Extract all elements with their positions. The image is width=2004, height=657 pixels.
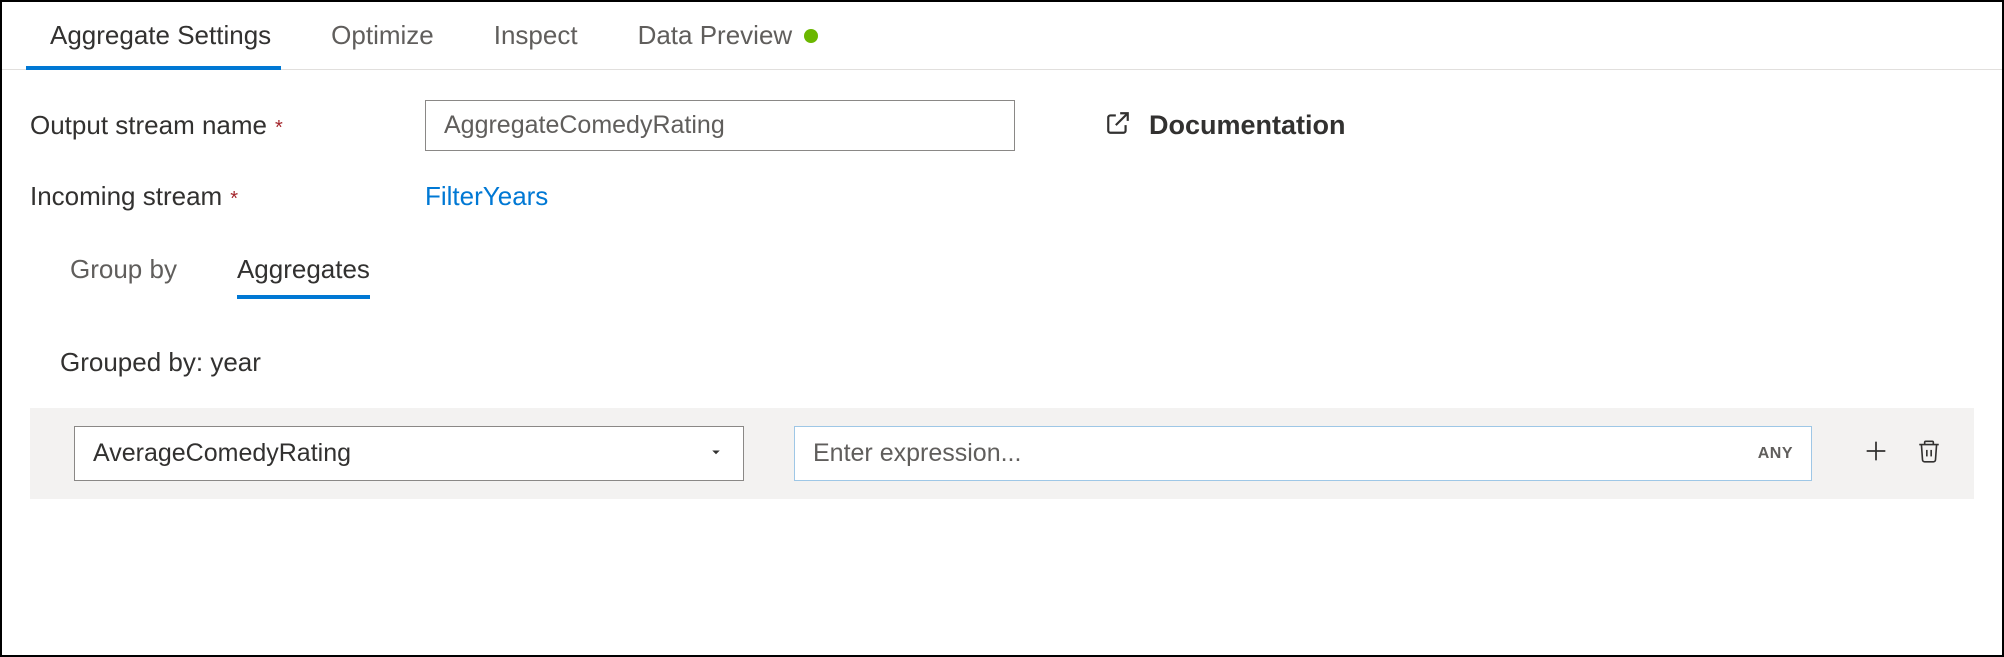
incoming-stream-link[interactable]: FilterYears bbox=[425, 181, 548, 212]
row-actions bbox=[1862, 437, 1960, 470]
plus-icon bbox=[1862, 437, 1890, 470]
status-indicator-icon bbox=[804, 29, 818, 43]
tab-label: Aggregate Settings bbox=[50, 20, 271, 51]
add-row-button[interactable] bbox=[1862, 437, 1890, 470]
documentation-link[interactable]: Documentation bbox=[1105, 110, 1346, 141]
tab-data-preview[interactable]: Data Preview bbox=[618, 2, 859, 69]
tab-inspect[interactable]: Inspect bbox=[474, 2, 618, 69]
documentation-label: Documentation bbox=[1149, 110, 1346, 141]
aggregate-expression-row: AverageComedyRating Enter expression... … bbox=[30, 408, 1974, 499]
tab-optimize[interactable]: Optimize bbox=[311, 2, 474, 69]
settings-content: Output stream name * Documentation Incom… bbox=[2, 70, 2002, 529]
incoming-stream-label: Incoming stream * bbox=[30, 181, 425, 212]
subtab-aggregates[interactable]: Aggregates bbox=[237, 242, 370, 297]
subtab-label: Aggregates bbox=[237, 254, 370, 284]
subtab-group-by[interactable]: Group by bbox=[70, 242, 177, 297]
tab-label: Data Preview bbox=[638, 20, 793, 51]
tab-label: Optimize bbox=[331, 20, 434, 51]
chevron-down-icon bbox=[707, 439, 725, 468]
label-text: Output stream name bbox=[30, 110, 267, 141]
required-asterisk-icon: * bbox=[275, 117, 283, 140]
delete-row-button[interactable] bbox=[1916, 438, 1942, 469]
expression-placeholder: Enter expression... bbox=[813, 439, 1021, 468]
output-stream-label: Output stream name * bbox=[30, 110, 425, 141]
external-link-icon bbox=[1105, 110, 1131, 141]
grouped-by-text: Grouped by: year bbox=[60, 347, 1974, 378]
trash-icon bbox=[1916, 438, 1942, 469]
label-text: Incoming stream bbox=[30, 181, 222, 212]
output-stream-input[interactable] bbox=[425, 100, 1015, 151]
type-badge: ANY bbox=[1758, 445, 1793, 463]
tab-label: Inspect bbox=[494, 20, 578, 51]
primary-tabs: Aggregate Settings Optimize Inspect Data… bbox=[2, 2, 2002, 70]
tab-aggregate-settings[interactable]: Aggregate Settings bbox=[26, 2, 311, 69]
output-stream-row: Output stream name * Documentation bbox=[30, 100, 1974, 151]
column-name-dropdown[interactable]: AverageComedyRating bbox=[74, 426, 744, 481]
expression-input[interactable]: Enter expression... ANY bbox=[794, 426, 1812, 481]
subtab-label: Group by bbox=[70, 254, 177, 284]
aggregate-subtabs: Group by Aggregates bbox=[30, 242, 1974, 297]
dropdown-value: AverageComedyRating bbox=[93, 439, 351, 468]
incoming-stream-row: Incoming stream * FilterYears bbox=[30, 181, 1974, 212]
required-asterisk-icon: * bbox=[230, 188, 238, 211]
